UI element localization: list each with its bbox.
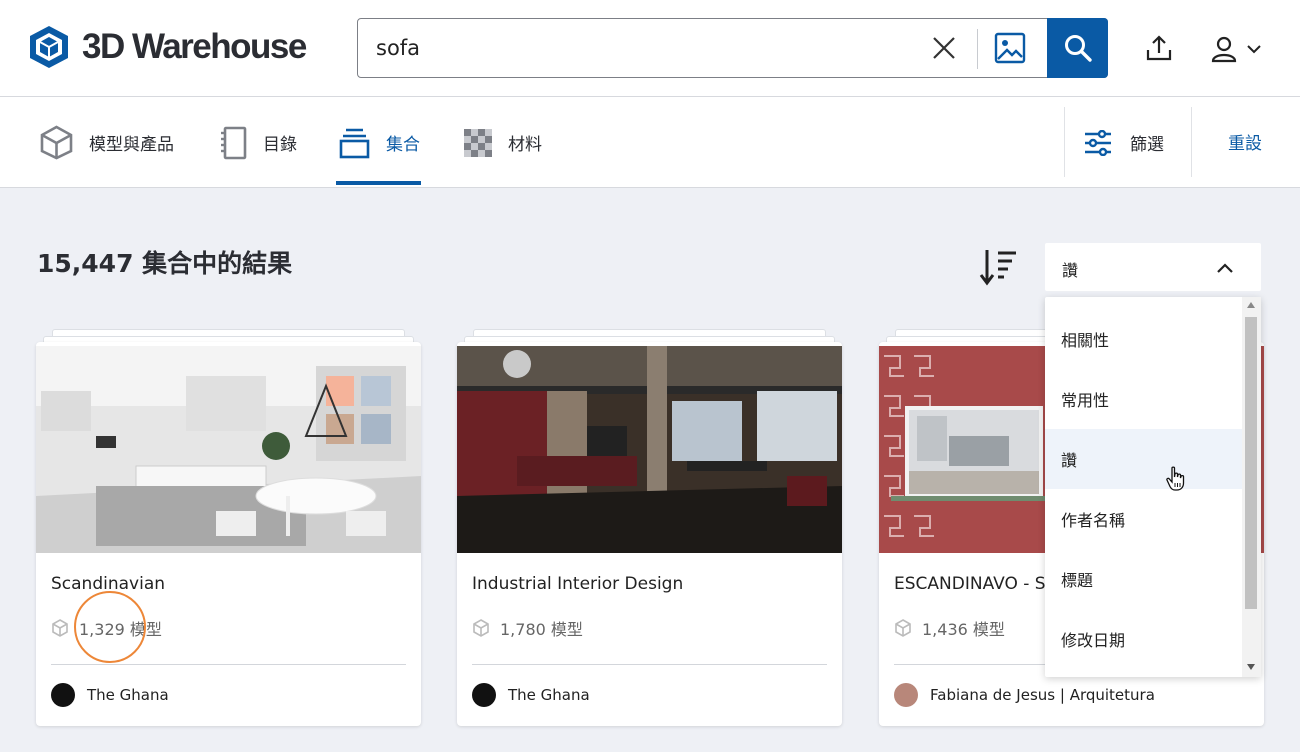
card-count-text: 1,436 模型 — [922, 620, 1005, 639]
tab-label: 集合 — [386, 135, 420, 155]
search-button[interactable] — [1047, 18, 1108, 78]
cube-icon — [473, 619, 489, 637]
tab-collections[interactable]: 集合 — [339, 97, 420, 188]
card-divider — [51, 664, 406, 665]
sort-option-relevance[interactable]: 相關性 — [1045, 309, 1242, 369]
hand-cursor-icon — [1166, 466, 1185, 491]
search-divider — [977, 29, 978, 69]
card-author[interactable]: The Ghana — [51, 683, 169, 707]
category-tabs: 模型與產品 目錄 集合 材料 篩選 重設 — [0, 97, 1300, 188]
warehouse-logo-icon — [30, 26, 68, 68]
app-title: 3D Warehouse — [82, 27, 307, 66]
card-title[interactable]: Industrial Interior Design — [472, 574, 683, 594]
card-author[interactable]: The Ghana — [472, 683, 590, 707]
avatar — [472, 683, 496, 707]
card-model-count: 1,780 模型 — [472, 616, 583, 640]
catalog-icon — [221, 126, 247, 159]
cube-icon — [52, 619, 68, 637]
reset-link[interactable]: 重設 — [1228, 129, 1262, 154]
chevron-down-icon — [1247, 45, 1261, 54]
sliders-icon — [1085, 129, 1111, 156]
tab-label: 目錄 — [263, 135, 297, 155]
tab-materials[interactable]: 材料 — [464, 97, 542, 188]
sort-option-modified[interactable]: 修改日期 — [1045, 609, 1242, 669]
card-count-text: 1,780 模型 — [500, 620, 583, 639]
tab-label: 模型與產品 — [89, 135, 174, 155]
material-icon — [464, 128, 492, 157]
avatar — [51, 683, 75, 707]
chevron-up-icon — [1217, 263, 1233, 273]
sort-option-author[interactable]: 作者名稱 — [1045, 489, 1242, 549]
card-author[interactable]: Fabiana de Jesus | Arquitetura — [894, 683, 1155, 707]
sort-selected-value: 讚 — [1062, 261, 1079, 280]
user-menu[interactable] — [1209, 34, 1265, 64]
collection-card[interactable]: Scandinavian 1,329 模型 The Ghana — [36, 329, 421, 726]
sort-direction-icon[interactable] — [978, 246, 1020, 288]
author-name: The Ghana — [508, 686, 590, 704]
sort-select[interactable]: 讚 — [1045, 243, 1261, 291]
sort-option-popularity[interactable]: 常用性 — [1045, 369, 1242, 429]
tab-catalog[interactable]: 目錄 — [219, 97, 297, 188]
card-body: Industrial Interior Design 1,780 模型 The … — [457, 342, 842, 726]
author-name: Fabiana de Jesus | Arquitetura — [930, 686, 1155, 704]
collection-card[interactable]: Industrial Interior Design 1,780 模型 The … — [457, 329, 842, 726]
filter-button[interactable]: 篩選 — [1084, 97, 1164, 188]
tab-label: 材料 — [508, 135, 542, 155]
tab-models[interactable]: 模型與產品 — [40, 97, 174, 188]
scroll-down-arrow-icon[interactable] — [1247, 664, 1255, 670]
divider — [1191, 107, 1192, 177]
collection-icon — [339, 128, 370, 158]
image-search-icon[interactable] — [994, 32, 1026, 64]
logo[interactable]: 3D Warehouse — [28, 25, 307, 69]
upload-icon[interactable] — [1145, 34, 1173, 62]
scroll-up-arrow-icon[interactable] — [1247, 302, 1255, 308]
card-title[interactable]: ESCANDINAVO - S — [894, 574, 1046, 594]
avatar — [894, 683, 918, 707]
search-bar — [357, 18, 1108, 78]
divider — [1064, 107, 1065, 177]
sort-option-title[interactable]: 標題 — [1045, 549, 1242, 609]
close-icon[interactable] — [929, 33, 959, 63]
search-input[interactable] — [376, 29, 916, 67]
card-divider — [472, 664, 827, 665]
sort-dropdown-menu: 相關性 常用性 讚 作者名稱 標題 修改日期 — [1045, 297, 1261, 677]
highlight-circle — [74, 591, 146, 663]
collection-thumbnail[interactable] — [457, 346, 842, 553]
user-icon — [1211, 36, 1237, 63]
card-body: Scandinavian 1,329 模型 The Ghana — [36, 342, 421, 726]
collection-thumbnail[interactable] — [36, 346, 421, 553]
results-count-title: 15,447 集合中的結果 — [37, 249, 293, 278]
top-header: 3D Warehouse — [0, 0, 1300, 97]
filter-label: 篩選 — [1130, 135, 1164, 155]
card-model-count: 1,436 模型 — [894, 616, 1005, 640]
cube-icon — [895, 619, 911, 637]
scrollbar-thumb[interactable] — [1245, 317, 1257, 609]
cube-icon — [40, 125, 73, 160]
author-name: The Ghana — [87, 686, 169, 704]
active-tab-indicator — [336, 181, 421, 185]
search-icon — [1064, 35, 1092, 62]
sort-option-likes[interactable]: 讚 — [1045, 429, 1242, 489]
